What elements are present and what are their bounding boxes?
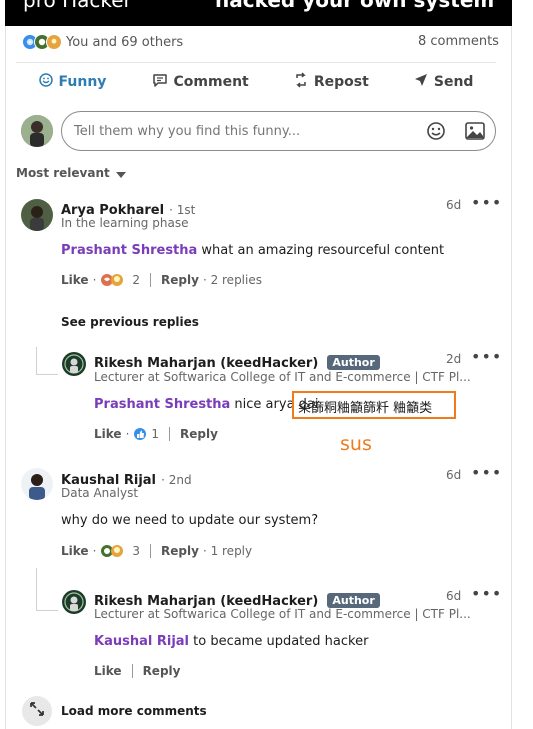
reaction-count: 3 [132,544,141,558]
send-button[interactable]: Send [414,73,474,91]
see-previous-replies-link[interactable]: See previous replies [61,315,199,329]
comment-icon [152,73,168,91]
repost-button[interactable]: Repost [294,72,369,92]
reaction-icons [22,34,62,50]
replies-count[interactable]: · 1 reply [203,544,252,558]
repost-icon [294,72,308,92]
author-headline: Lecturer at Softwarica College of IT and… [94,370,471,384]
reply-author[interactable]: Rikesh Maharjan (keedHacker) Author [94,352,380,371]
commenter-avatar[interactable] [21,199,53,231]
funny-label: Funny [58,74,107,90]
separator-dot: · [92,273,97,287]
comment-label: Comment [173,74,249,90]
reply-button[interactable]: Reply [161,544,199,558]
divider [169,427,171,441]
load-more-comments-link[interactable]: Load more comments [61,704,207,718]
divider [150,273,152,287]
author-headline: Lecturer at Softwarica College of IT and… [94,607,471,621]
current-user-avatar[interactable] [21,115,53,147]
comment-time: 6d [446,468,462,482]
sort-dropdown[interactable]: Most relevant [16,166,126,181]
reply-button[interactable]: Reply [143,664,181,678]
comment-meta: Like · 2 Reply · 2 replies [61,273,262,287]
more-options-icon[interactable]: ••• [471,195,502,211]
more-options-icon[interactable]: ••• [471,465,502,481]
more-options-icon[interactable]: ••• [471,586,502,602]
reply-button[interactable]: Reply [180,427,218,441]
reply-meta: Like · 1 Reply [94,427,218,441]
reply-body: Kaushal Rijal to became updated hacker [94,634,368,649]
divider [150,544,152,558]
mention-link[interactable]: Prashant Shrestha [61,243,197,258]
author-name[interactable]: Rikesh Maharjan (keedHacker) [94,356,318,371]
comments-count[interactable]: 8 comments [418,34,499,49]
banner-right-text: hacked your own system [215,0,495,12]
caret-down-icon [115,167,126,181]
comment-input[interactable] [72,123,416,140]
insightful-reaction-icon [46,34,62,50]
separator-dot: · [92,544,97,558]
annotation-text: sus [340,433,372,455]
reply-button[interactable]: Reply [161,273,199,287]
like-button[interactable]: Like [94,427,122,441]
reaction-icons[interactable] [100,544,128,558]
emoji-icon[interactable] [426,121,446,145]
comment-composer[interactable] [61,111,496,151]
send-label: Send [433,74,474,90]
comment-time: 6d [446,198,462,212]
suspicious-highlight-box [292,391,456,419]
post-actions: Funny Comment Repost Send [16,63,496,101]
funny-icon [38,73,53,91]
load-more-button[interactable] [22,696,52,726]
like-button[interactable]: Like [61,544,89,558]
image-icon[interactable] [465,122,485,144]
reactions-text: You and 69 others [66,34,184,50]
like-button[interactable]: Like [61,273,89,287]
connection-degree: · 2nd [161,473,192,487]
mention-link[interactable]: Kaushal Rijal [94,634,189,649]
author-headline: In the learning phase [61,216,189,230]
sort-label: Most relevant [16,166,110,180]
reply-author-avatar[interactable] [62,590,86,614]
thread-line [36,610,58,611]
reply-body: Prashant Shrestha nice arya dai [94,397,319,412]
reaction-count: 1 [151,427,160,441]
more-options-icon[interactable]: ••• [471,349,502,365]
divider [131,664,133,678]
repost-label: Repost [313,74,369,90]
comment-text: why do we need to update our system? [61,513,319,528]
author-badge: Author [327,593,380,608]
connection-degree: · 1st [169,203,196,217]
reply-time: 6d [446,589,462,603]
comment-text: what an amazing resourceful content [197,243,445,258]
thread-line [36,374,58,375]
reply-author-avatar[interactable] [62,352,86,376]
funny-button[interactable]: Funny [38,73,107,91]
send-icon [414,73,428,91]
like-reaction-icon[interactable] [133,427,147,441]
mention-link[interactable]: Prashant Shrestha [94,397,230,412]
reply-text: to became updated hacker [189,634,369,649]
author-badge: Author [327,355,380,370]
expand-arrows-icon [29,701,45,721]
author-headline: Data Analyst [61,486,139,500]
reactions-summary[interactable]: You and 69 others [22,34,183,50]
reaction-count: 2 [132,273,141,287]
thread-line [36,347,37,374]
thread-line [36,568,37,610]
commenter-avatar[interactable] [21,468,53,500]
reply-meta: Like Reply [94,664,180,678]
post-image-strip[interactable]: pro Hacker hacked your own system [5,0,512,26]
comment-button[interactable]: Comment [152,73,249,91]
comment-body: Prashant Shrestha what an amazing resour… [61,243,444,258]
reaction-icons[interactable] [100,273,128,287]
like-button[interactable]: Like [94,664,122,678]
replies-count[interactable]: · 2 replies [203,273,262,287]
separator-dot: · [125,427,130,441]
comment-meta: Like · 3 Reply · 1 reply [61,544,252,558]
banner-left-text: pro Hacker [23,0,132,12]
reply-time: 2d [446,352,462,366]
